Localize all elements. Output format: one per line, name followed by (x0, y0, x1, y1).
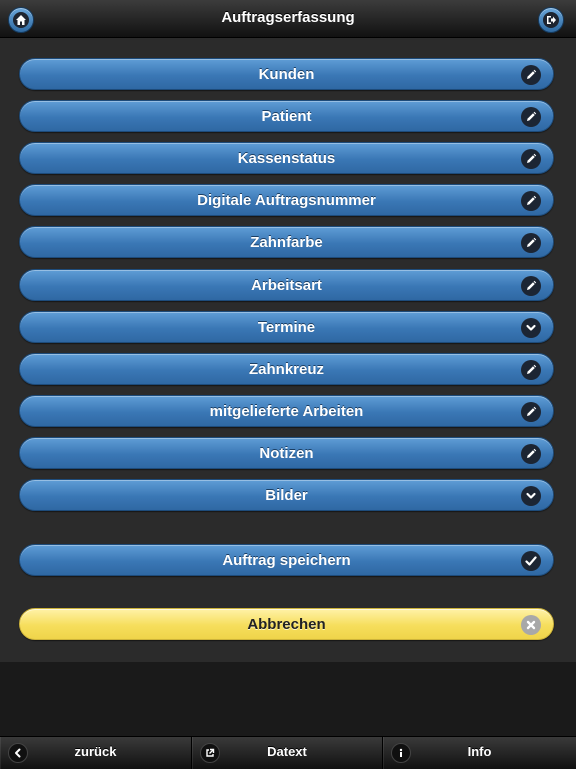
menu-item-label: Zahnfarbe (250, 234, 323, 251)
tab-info[interactable]: Info (383, 737, 576, 769)
menu-item-arbeitsart[interactable]: Arbeitsart (19, 269, 554, 301)
cancel-label: Abbrechen (247, 616, 326, 633)
edit-icon (521, 65, 541, 85)
edit-icon (521, 149, 541, 169)
menu-item-label: Kassenstatus (237, 150, 336, 167)
menu-item-notizen[interactable]: Notizen (19, 437, 554, 469)
menu-item-digitale-auftragsnummer[interactable]: Digitale Auftragsnummer (19, 184, 554, 216)
tab-info-label: Info (467, 744, 492, 759)
save-order-button[interactable]: Auftrag speichern (19, 544, 554, 576)
logout-icon (543, 12, 559, 28)
menu-item-zahnfarbe[interactable]: Zahnfarbe (19, 226, 554, 258)
edit-icon (521, 402, 541, 422)
chevron-down-icon (521, 486, 541, 506)
menu-item-label: Kunden (258, 66, 315, 83)
app-window: Auftragserfassung Kunden Patient Kassensta… (0, 0, 576, 769)
menu-item-label: mitgelieferte Arbeiten (209, 403, 364, 420)
cancel-button[interactable]: Abbrechen (19, 608, 554, 640)
chevron-down-icon (521, 318, 541, 338)
menu-item-label: Patient (261, 108, 312, 125)
footer-toolbar: zurück Datext Info (0, 736, 576, 769)
check-icon (521, 551, 541, 571)
menu-item-label: Notizen (259, 445, 314, 462)
edit-icon (521, 360, 541, 380)
logout-button[interactable] (538, 7, 564, 33)
menu-item-kunden[interactable]: Kunden (19, 58, 554, 90)
menu-item-zahnkreuz[interactable]: Zahnkreuz (19, 353, 554, 385)
tab-back[interactable]: zurück (0, 737, 192, 769)
edit-icon (521, 276, 541, 296)
menu-item-mitgelieferte-arbeiten[interactable]: mitgelieferte Arbeiten (19, 395, 554, 427)
save-order-label: Auftrag speichern (222, 552, 351, 569)
menu-item-label: Bilder (265, 487, 308, 504)
tab-back-label: zurück (74, 744, 117, 759)
menu-item-termine[interactable]: Termine (19, 311, 554, 343)
empty-area (0, 662, 576, 736)
edit-icon (521, 444, 541, 464)
menu-item-kassenstatus[interactable]: Kassenstatus (19, 142, 554, 174)
edit-icon (521, 233, 541, 253)
page-title: Auftragserfassung (221, 9, 355, 26)
content-area: Kunden Patient Kassenstatus Digitale Auftra… (0, 38, 576, 662)
menu-item-label: Termine (257, 319, 316, 336)
tab-datext[interactable]: Datext (192, 737, 383, 769)
menu-item-patient[interactable]: Patient (19, 100, 554, 132)
tab-datext-label: Datext (267, 744, 307, 759)
edit-icon (521, 107, 541, 127)
menu-item-label: Digitale Auftragsnummer (197, 192, 376, 209)
close-icon (521, 615, 541, 635)
menu-item-bilder[interactable]: Bilder (19, 479, 554, 511)
edit-icon (521, 191, 541, 211)
header-bar: Auftragserfassung (0, 0, 576, 38)
menu-item-label: Arbeitsart (251, 277, 322, 294)
menu-item-label: Zahnkreuz (248, 361, 324, 378)
